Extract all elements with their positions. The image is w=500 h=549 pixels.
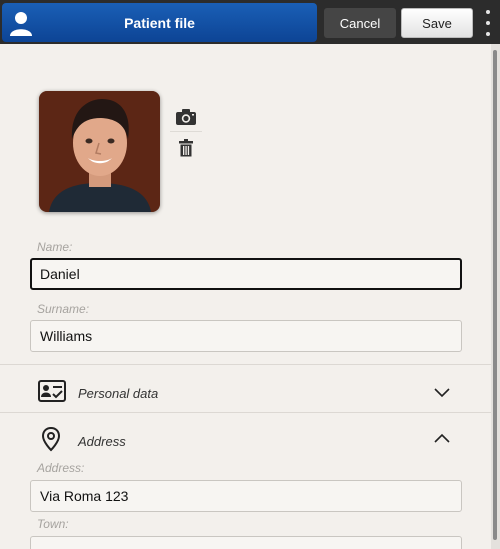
top-bar: Patient file Cancel Save bbox=[0, 0, 500, 44]
patient-photo-image bbox=[39, 91, 160, 212]
title-bar: Patient file bbox=[2, 3, 317, 42]
name-field[interactable] bbox=[30, 258, 462, 290]
address-section-header[interactable]: Address bbox=[0, 416, 491, 464]
photo-actions-divider bbox=[170, 131, 202, 132]
user-icon bbox=[10, 12, 32, 36]
map-pin-icon bbox=[41, 426, 61, 452]
camera-icon[interactable] bbox=[174, 106, 198, 128]
section-divider bbox=[0, 364, 491, 365]
address-label: Address: bbox=[37, 461, 85, 475]
town-label: Town: bbox=[37, 517, 69, 531]
page-title: Patient file bbox=[124, 14, 195, 31]
section-divider bbox=[0, 412, 491, 413]
scrollbar[interactable] bbox=[491, 44, 500, 549]
id-card-icon bbox=[38, 380, 66, 402]
address-title: Address bbox=[78, 434, 126, 449]
surname-label: Surname: bbox=[37, 302, 90, 316]
save-button[interactable]: Save bbox=[401, 8, 473, 38]
surname-field[interactable] bbox=[30, 320, 462, 352]
personal-data-section-header[interactable]: Personal data bbox=[0, 368, 491, 416]
trash-icon[interactable] bbox=[178, 139, 194, 157]
chevron-up-icon[interactable] bbox=[433, 432, 451, 444]
address-field[interactable] bbox=[30, 480, 462, 512]
name-label: Name: bbox=[37, 240, 73, 254]
scrollbar-thumb[interactable] bbox=[493, 50, 497, 540]
patient-photo bbox=[39, 91, 160, 212]
town-field[interactable] bbox=[30, 536, 462, 549]
kebab-menu-icon[interactable] bbox=[482, 10, 494, 36]
personal-data-title: Personal data bbox=[78, 386, 159, 401]
cancel-button[interactable]: Cancel bbox=[324, 8, 396, 38]
chevron-down-icon[interactable] bbox=[433, 387, 451, 399]
patient-form: Name: Surname: Personal data Address Add… bbox=[0, 44, 491, 549]
